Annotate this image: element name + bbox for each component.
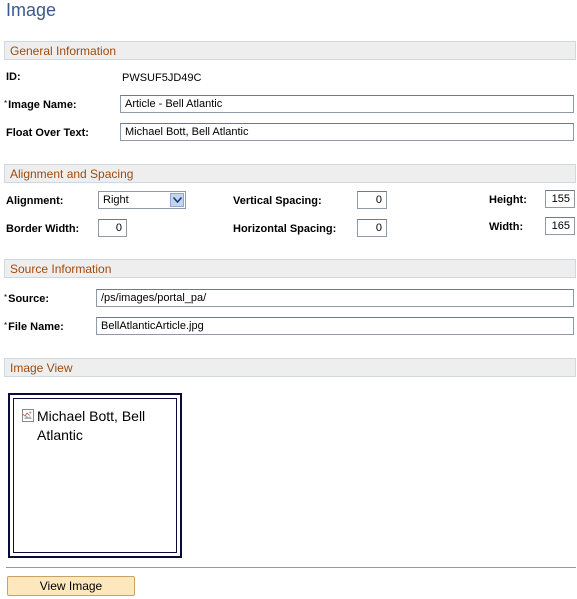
- section-source-information: Source Information: [4, 259, 576, 278]
- section-title: Source Information: [10, 262, 112, 276]
- alignment-selected-value: Right: [103, 194, 129, 206]
- section-title: Alignment and Spacing: [10, 167, 134, 181]
- source-field[interactable]: /ps/images/portal_pa/: [96, 289, 574, 307]
- image-preview-frame: Michael Bott, Bell Atlantic: [8, 393, 182, 558]
- required-marker: *: [4, 321, 8, 330]
- image-name-label: *Image Name:: [4, 99, 77, 111]
- file-name-label: *File Name:: [4, 321, 64, 333]
- section-alignment-spacing: Alignment and Spacing: [4, 164, 576, 183]
- page-title: Image: [6, 0, 57, 20]
- alignment-label: Alignment:: [6, 195, 64, 207]
- vertical-spacing-label: Vertical Spacing:: [233, 195, 322, 207]
- chevron-down-icon[interactable]: [170, 193, 184, 207]
- image-alt-text: Michael Bott, Bell Atlantic: [37, 408, 146, 443]
- section-title: General Information: [10, 44, 117, 58]
- id-value: PWSUF5JD49C: [122, 72, 202, 84]
- height-field[interactable]: 155: [545, 190, 575, 208]
- width-field[interactable]: 165: [545, 217, 575, 235]
- vertical-spacing-field[interactable]: 0: [357, 191, 387, 209]
- width-label: Width:: [489, 221, 524, 233]
- section-title: Image View: [10, 361, 73, 375]
- file-name-field[interactable]: BellAtlanticArticle.jpg: [96, 317, 574, 335]
- float-over-text-field[interactable]: Michael Bott, Bell Atlantic: [120, 123, 574, 141]
- height-label: Height:: [489, 194, 527, 206]
- divider: [6, 567, 576, 568]
- required-marker: *: [4, 99, 8, 108]
- id-label: ID:: [6, 71, 21, 83]
- view-image-button[interactable]: View Image: [7, 576, 135, 596]
- source-label-text: Source:: [8, 293, 50, 305]
- border-width-label: Border Width:: [6, 223, 80, 235]
- image-preview-inner: Michael Bott, Bell Atlantic: [13, 398, 177, 553]
- float-over-text-label: Float Over Text:: [6, 127, 89, 139]
- horizontal-spacing-field[interactable]: 0: [357, 219, 387, 237]
- required-marker: *: [4, 293, 8, 302]
- source-label: *Source:: [4, 293, 49, 305]
- horizontal-spacing-label: Horizontal Spacing:: [233, 223, 337, 235]
- image-name-label-text: Image Name:: [8, 99, 77, 111]
- alignment-select[interactable]: Right: [98, 191, 186, 209]
- section-image-view: Image View: [4, 358, 576, 377]
- border-width-field[interactable]: 0: [98, 219, 127, 237]
- image-name-field[interactable]: Article - Bell Atlantic: [120, 95, 574, 113]
- file-name-label-text: File Name:: [8, 321, 64, 333]
- broken-image-icon: [22, 409, 34, 425]
- section-general-information: General Information: [4, 41, 576, 60]
